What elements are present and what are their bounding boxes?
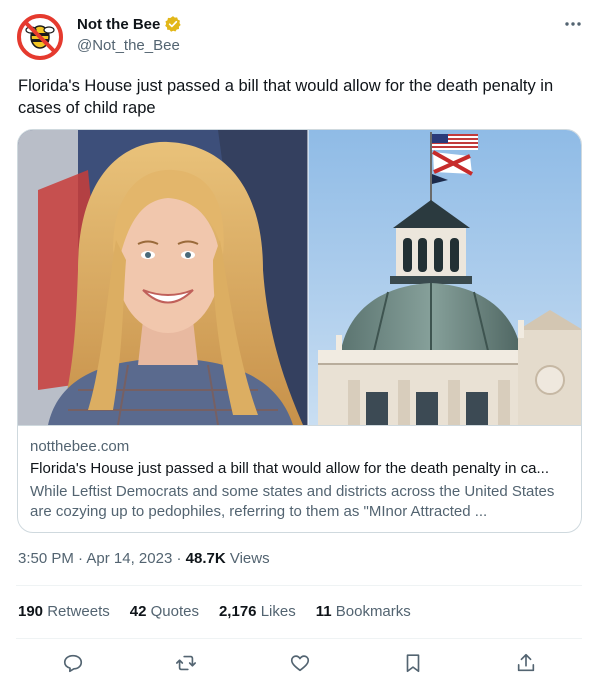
likes-stat[interactable]: 2,176 Likes bbox=[219, 603, 296, 620]
more-dots-icon bbox=[565, 22, 581, 26]
tweet-meta: 3:50 PM · Apr 14, 2023 · 48.7K Views bbox=[18, 550, 270, 567]
reply-icon bbox=[63, 654, 83, 673]
author-name-row[interactable]: Not the Bee bbox=[77, 15, 182, 33]
tweet-date[interactable]: Apr 14, 2023 bbox=[86, 550, 172, 567]
card-domain: notthebee.com bbox=[30, 438, 130, 455]
divider bbox=[16, 638, 582, 639]
divider bbox=[16, 585, 582, 586]
retweets-stat[interactable]: 190 Retweets bbox=[18, 603, 110, 620]
views-count: 48.7K bbox=[185, 550, 226, 567]
meta-separator: · bbox=[78, 550, 84, 567]
portrait-image bbox=[18, 130, 308, 425]
bookmark-button[interactable] bbox=[398, 648, 428, 678]
reply-button[interactable] bbox=[58, 648, 88, 678]
action-bar bbox=[0, 648, 598, 678]
bookmarks-stat[interactable]: 11 Bookmarks bbox=[316, 603, 411, 620]
link-card[interactable]: notthebee.com Florida's House just passe… bbox=[17, 129, 582, 533]
like-icon bbox=[290, 655, 310, 672]
retweet-icon bbox=[176, 655, 196, 671]
tweet-text: Florida's House just passed a bill that … bbox=[18, 77, 554, 117]
views-label: Views bbox=[229, 550, 270, 567]
share-button[interactable] bbox=[511, 648, 541, 678]
meta-separator: · bbox=[176, 550, 182, 567]
like-button[interactable] bbox=[285, 648, 315, 678]
card-image[interactable] bbox=[18, 130, 582, 425]
retweet-button[interactable] bbox=[171, 648, 201, 678]
engagement-stats: 190 Retweets 42 Quotes 2,176 Likes 11 Bo… bbox=[18, 603, 431, 620]
author-handle[interactable]: @Not_the_Bee bbox=[77, 37, 180, 54]
more-options-button[interactable] bbox=[561, 12, 585, 36]
bookmark-icon bbox=[406, 654, 420, 673]
avatar[interactable] bbox=[16, 13, 64, 61]
card-title: Florida's House just passed a bill that … bbox=[30, 460, 549, 477]
not-the-bee-logo-icon bbox=[17, 14, 63, 60]
tweet-time[interactable]: 3:50 PM bbox=[18, 550, 74, 567]
capitol-image bbox=[308, 130, 581, 425]
tweet: Not the Bee @Not_the_Bee Florida's House… bbox=[0, 0, 598, 687]
card-description: While Leftist Democrats and some states … bbox=[30, 483, 555, 520]
share-icon bbox=[517, 653, 535, 672]
quotes-stat[interactable]: 42 Quotes bbox=[130, 603, 199, 620]
display-name[interactable]: Not the Bee bbox=[77, 16, 160, 33]
verified-badge-icon bbox=[165, 16, 181, 32]
card-divider bbox=[18, 425, 581, 426]
